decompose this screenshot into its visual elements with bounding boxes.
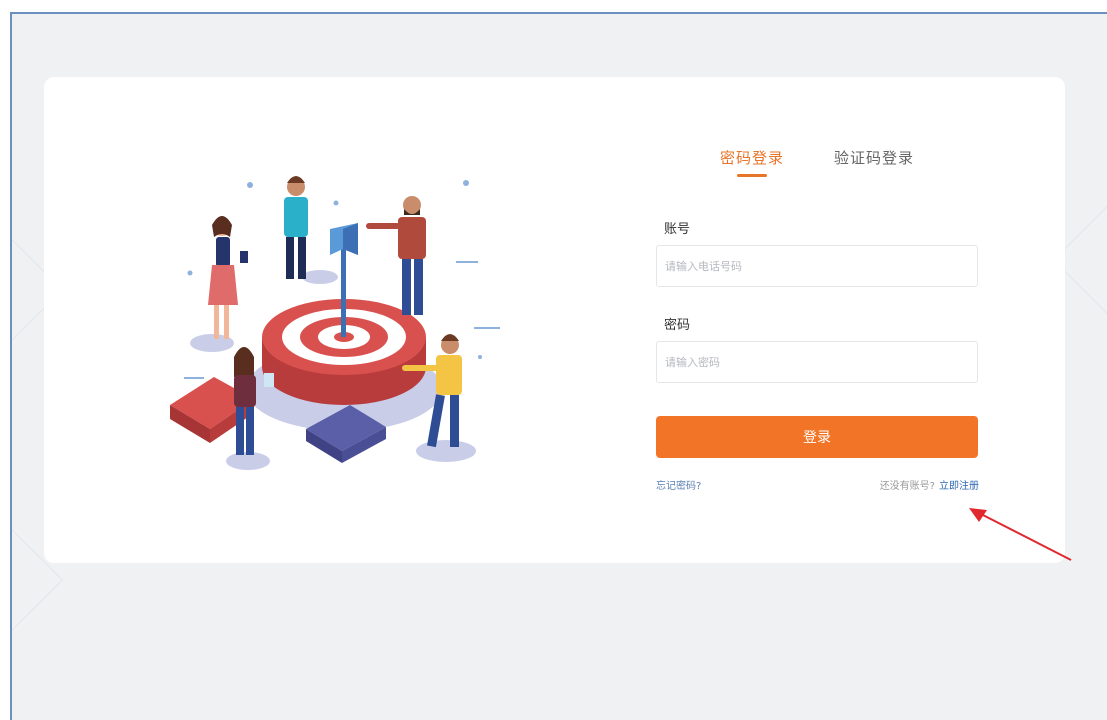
active-tab-indicator [737,174,767,177]
browser-viewport: 密码登录 验证码登录 账号 密码 登录 忘记密码? 还没有账号? 立即注册 [10,12,1107,720]
register-prompt: 还没有账号? 立即注册 [880,477,979,492]
target-illustration-icon [170,176,500,470]
password-input[interactable] [656,341,978,383]
password-label: 密码 [664,318,691,333]
login-card: 密码登录 验证码登录 账号 密码 登录 忘记密码? 还没有账号? 立即注册 [44,77,1065,563]
register-link[interactable]: 立即注册 [939,481,979,492]
tab-password-login[interactable]: 密码登录 [720,147,784,168]
register-question: 还没有账号? [879,481,935,492]
forgot-password-link[interactable]: 忘记密码? [656,477,701,492]
annotation-arrow-icon [969,508,1072,561]
account-input[interactable] [656,245,978,287]
login-button[interactable]: 登录 [656,416,978,458]
tab-code-login[interactable]: 验证码登录 [834,147,914,168]
account-label: 账号 [664,222,691,237]
login-tabs: 密码登录 验证码登录 [720,147,920,187]
